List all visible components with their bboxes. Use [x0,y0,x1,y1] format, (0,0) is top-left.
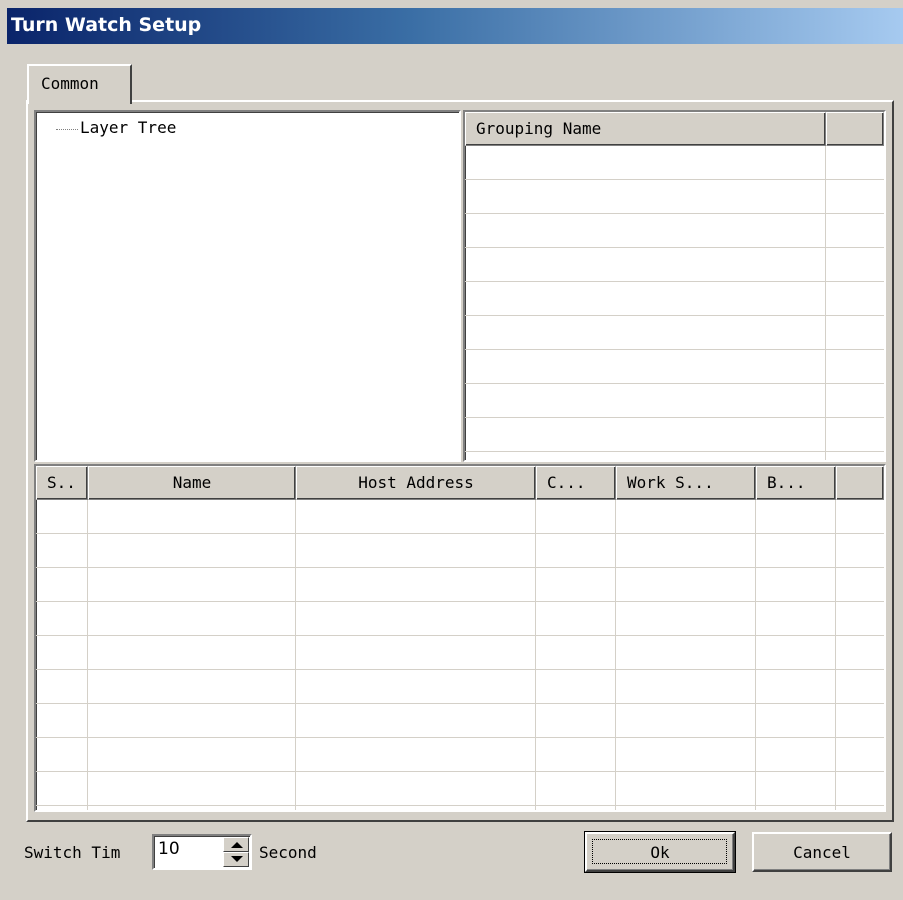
host-list[interactable]: S.. Name Host Address C... Work S... B..… [34,464,886,812]
cancel-button[interactable]: Cancel [752,832,892,872]
tree-connector-line [56,120,78,130]
table-row[interactable] [36,534,884,568]
turn-watch-setup-dialog: Turn Watch Setup Common Layer Tree Group… [0,0,903,900]
table-row[interactable] [36,636,884,670]
host-list-header: S.. Name Host Address C... Work S... B..… [36,466,884,500]
table-row[interactable] [36,738,884,772]
ok-button[interactable]: Ok [584,831,736,873]
list-row[interactable] [465,214,884,248]
list-row[interactable] [465,180,884,214]
spinner-buttons [223,837,249,867]
switch-time-value[interactable]: 10 [158,839,180,859]
spinner-down-button[interactable] [223,852,249,867]
title-bar[interactable]: Turn Watch Setup [7,8,903,44]
list-row[interactable] [465,384,884,418]
column-header-name[interactable]: Name [88,466,296,500]
column-header-s[interactable]: S.. [36,466,88,500]
column-header-blank[interactable] [826,112,884,146]
tree-node-layer-tree[interactable]: Layer Tree [56,118,176,137]
column-header-work-s[interactable]: Work S... [616,466,756,500]
cancel-button-label: Cancel [793,843,851,862]
unit-label: Second [259,843,317,862]
window-title: Turn Watch Setup [11,14,202,36]
tree-node-label: Layer Tree [80,118,177,137]
column-divider [835,500,836,810]
column-header-c[interactable]: C... [536,466,616,500]
list-row[interactable] [465,418,884,452]
tab-common[interactable]: Common [27,64,132,104]
column-divider [535,500,536,810]
column-divider [755,500,756,810]
list-row[interactable] [465,316,884,350]
spinner-up-button[interactable] [223,837,249,852]
list-row[interactable] [465,282,884,316]
column-header-grouping-name[interactable]: Grouping Name [465,112,826,146]
column-divider [295,500,296,810]
table-row[interactable] [36,704,884,738]
column-header-b[interactable]: B... [756,466,836,500]
table-row[interactable] [36,568,884,602]
grouping-list[interactable]: Grouping Name [463,110,886,462]
table-row[interactable] [36,500,884,534]
table-row[interactable] [36,772,884,806]
triangle-down-icon [231,856,243,862]
table-row[interactable] [36,602,884,636]
column-divider [825,146,826,460]
switch-time-label: Switch Tim [24,843,121,862]
list-row[interactable] [465,248,884,282]
triangle-up-icon [231,842,243,848]
column-divider [615,500,616,810]
grouping-list-header: Grouping Name [465,112,884,146]
list-row[interactable] [465,350,884,384]
table-row[interactable] [36,670,884,704]
column-header-blank[interactable] [836,466,884,500]
list-row[interactable] [465,146,884,180]
tab-common-label: Common [41,74,99,93]
layer-tree[interactable]: Layer Tree [34,110,461,462]
column-header-host-address[interactable]: Host Address [296,466,536,500]
focus-rectangle [592,839,727,864]
switch-time-spinner[interactable]: 10 [152,834,252,870]
column-divider [87,500,88,810]
